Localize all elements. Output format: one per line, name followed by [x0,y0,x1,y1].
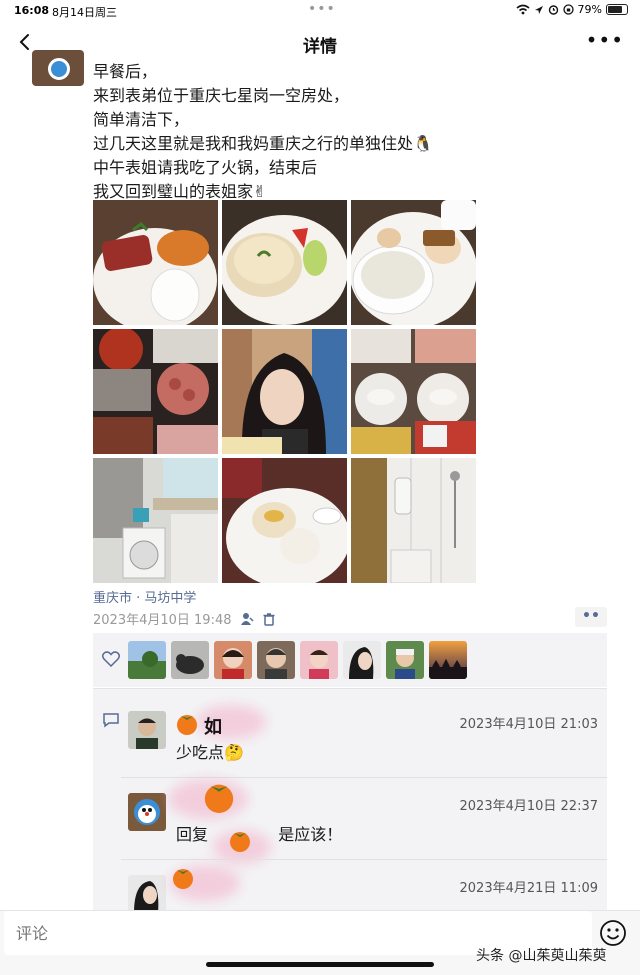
commenter-name[interactable] [168,779,274,819]
commenter-avatar[interactable] [128,793,166,831]
likes-section [93,633,607,687]
photo-kitchen-washing-machine[interactable] [93,458,218,583]
smiley-icon[interactable] [599,919,627,947]
comment-item[interactable]: 2023年4月10日 22:37 回复 是应该！ [128,779,599,864]
post-text: 早餐后， 来到表弟位于重庆七星岗一空房处， 简单清洁下， 过几天这里就是我和我妈… [93,60,613,204]
photo-egg-bun-plate[interactable] [222,458,347,583]
post-line: 过几天这里就是我和我妈重庆之行的单独住处🐧 [93,134,433,153]
comment-time: 2023年4月10日 21:03 [459,717,599,732]
photo-breakfast-ham-bun[interactable] [93,200,218,325]
comment-time: 2023年4月21日 11:09 [459,881,599,896]
persimmon-sticker [230,832,251,852]
post-line: 来到表弟位于重庆七星岗一空房处， [93,86,350,105]
location-arrow-icon [534,5,543,14]
comment-bubble-icon [103,713,119,728]
photo-hotpot-collage[interactable] [93,329,218,454]
multitask-dots-icon[interactable]: ••• [308,1,336,17]
people-visibility-icon[interactable] [240,612,254,626]
battery-percent: 79% [577,3,602,16]
heart-icon [102,651,120,667]
like-avatar[interactable] [429,641,467,679]
location-link[interactable]: 重庆市 · 马坊中学 [93,587,196,606]
post-line: 中午表姐请我吃了火锅，结束后 [93,158,318,177]
comment-divider [121,777,607,778]
like-avatar[interactable] [171,641,209,679]
like-avatar[interactable] [300,641,338,679]
commenter-avatar[interactable] [128,711,166,749]
photo-selfie-woman[interactable] [222,329,347,454]
battery-icon [606,4,628,15]
like-avatar[interactable] [257,641,295,679]
status-bar: 16:08 8月14日周三 ••• 79% [0,0,640,22]
comment-divider [121,859,607,860]
like-avatar[interactable] [386,641,424,679]
photo-rice-porridge-eggs[interactable] [351,200,476,325]
like-avatar[interactable] [343,641,381,679]
persimmon-sticker [177,715,197,735]
post-line: 简单清洁下， [93,110,190,129]
photo-steamed-bun-fruit[interactable] [222,200,347,325]
commenter-name-text: 如 [204,717,222,738]
post-datetime: 2023年4月10日 19:48 [93,613,232,628]
like-avatar[interactable] [128,641,166,679]
commenter-name[interactable]: 如 [174,705,274,739]
status-indicators: 79% [516,3,628,16]
orientation-lock-icon [562,4,574,15]
reply-text: 是应该！ [278,825,343,844]
comment-time: 2023年4月10日 22:37 [459,799,599,814]
persimmon-sticker [173,869,193,889]
trash-icon[interactable] [262,612,276,626]
reply-label: 回复 [176,825,209,844]
comment-item[interactable]: 2023年4月21日 11:09 [128,865,599,910]
more-actions-button[interactable]: •• [575,607,607,627]
post-line: 早餐后， [93,62,158,81]
wifi-icon [516,4,530,15]
photo-grid [93,200,476,584]
comments-section: 如 2023年4月10日 21:03 少吃点🤔 2023年4月10日 22:37… [93,688,607,910]
home-indicator[interactable] [206,962,434,967]
photo-dumplings-collage[interactable] [351,329,476,454]
page-title: 详情 [303,37,337,57]
post-meta: 2023年4月10日 19:48 [93,609,276,628]
more-horizontal-icon[interactable]: ••• [586,28,624,52]
alarm-icon [548,5,558,15]
comment-text: 少吃点🤔 [176,743,244,762]
status-time: 16:08 [14,4,50,17]
commenter-avatar[interactable] [128,875,166,910]
nav-bar: 详情 ••• [0,22,640,64]
status-date: 8月14日周三 [52,6,117,19]
watermark: 头条 @山茱萸山茱萸 [476,948,607,964]
comment-item[interactable]: 如 2023年4月10日 21:03 少吃点🤔 [128,705,599,771]
photo-bathroom-shower[interactable] [351,458,476,583]
comment-text: 回复 是应该！ [176,821,343,864]
author-avatar[interactable] [32,50,84,86]
like-avatar[interactable] [214,641,252,679]
commenter-name[interactable] [170,865,274,901]
persimmon-sticker [204,784,234,813]
